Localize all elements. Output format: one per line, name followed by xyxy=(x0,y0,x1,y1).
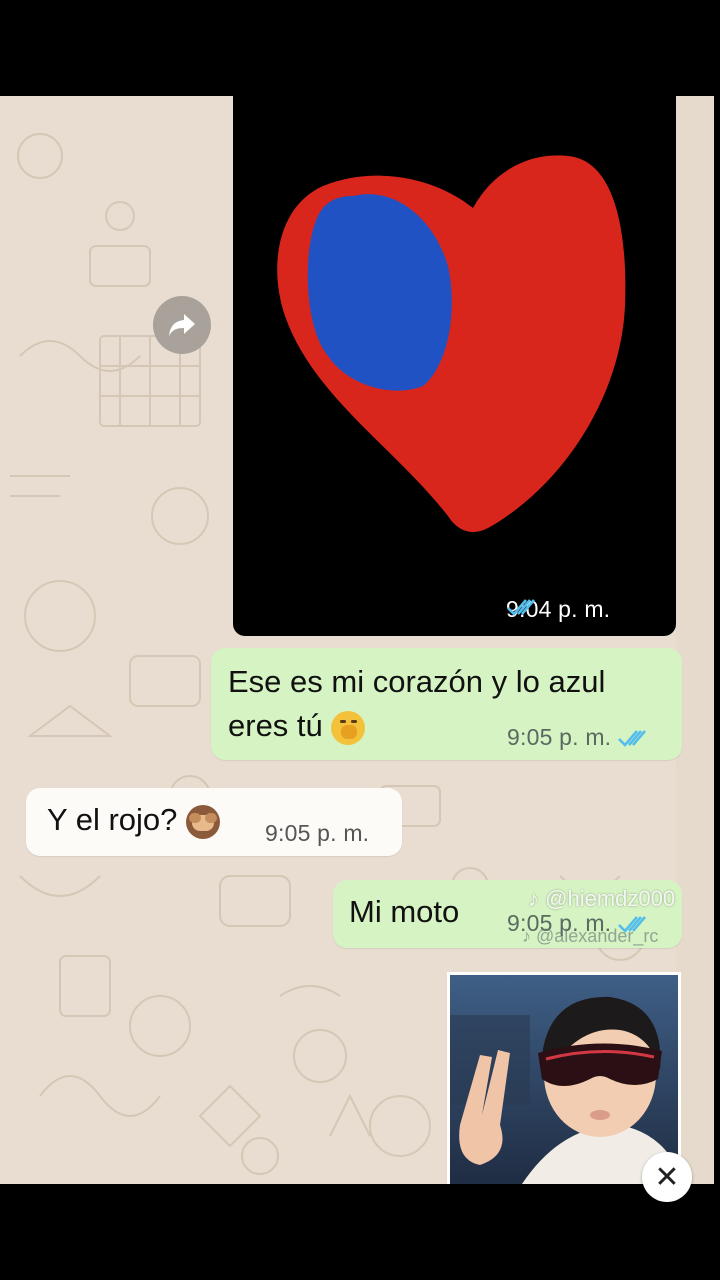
message-text-line2: eres tú xyxy=(228,704,366,748)
message-text: Y el rojo? xyxy=(47,802,178,837)
message-text: Mi moto xyxy=(349,894,460,929)
chat-edge xyxy=(676,96,714,1184)
message-text-row: Y el rojo? xyxy=(47,798,221,842)
message-meta: 9:05 p. m. xyxy=(507,724,649,751)
double-check-icon xyxy=(618,729,647,747)
tiktok-logo-icon: ♪ xyxy=(528,886,539,911)
watermark-primary: @hiemdz000 xyxy=(545,886,676,911)
heart-image-message[interactable]: 9:04 p. m. xyxy=(233,96,676,636)
message-meta: 9:05 p. m. xyxy=(265,820,369,847)
message-time: 9:05 p. m. xyxy=(265,820,370,846)
message-time: 9:05 p. m. xyxy=(507,724,612,750)
watermark-secondary: @alexander_rc xyxy=(536,926,659,946)
outgoing-message[interactable]: Ese es mi corazón y lo azul eres tú 9:05… xyxy=(211,648,682,760)
message-text: Ese es mi corazón y lo azul xyxy=(228,664,606,699)
see-no-evil-monkey-emoji xyxy=(186,804,221,839)
tiktok-watermark: ♪ @hiemdz000 xyxy=(528,886,675,912)
message-text-cont: eres tú xyxy=(228,708,323,743)
hand-over-mouth-emoji xyxy=(331,710,366,745)
tiktok-logo-icon: ♪ xyxy=(522,926,531,946)
close-button[interactable]: ✕ xyxy=(642,1152,692,1202)
sticker-photo[interactable] xyxy=(447,972,681,1184)
tiktok-watermark-secondary: ♪ @alexander_rc xyxy=(522,926,658,947)
image-meta: 9:04 p. m. xyxy=(506,596,610,623)
heart-drawing xyxy=(277,155,626,533)
forward-arrow-icon xyxy=(169,314,195,336)
child-with-sunglasses-photo xyxy=(450,975,678,1184)
forward-button[interactable] xyxy=(153,296,211,354)
incoming-message[interactable]: Y el rojo? 9:05 p. m. xyxy=(26,788,402,856)
close-icon: ✕ xyxy=(654,1160,680,1194)
double-check-icon xyxy=(507,599,535,616)
